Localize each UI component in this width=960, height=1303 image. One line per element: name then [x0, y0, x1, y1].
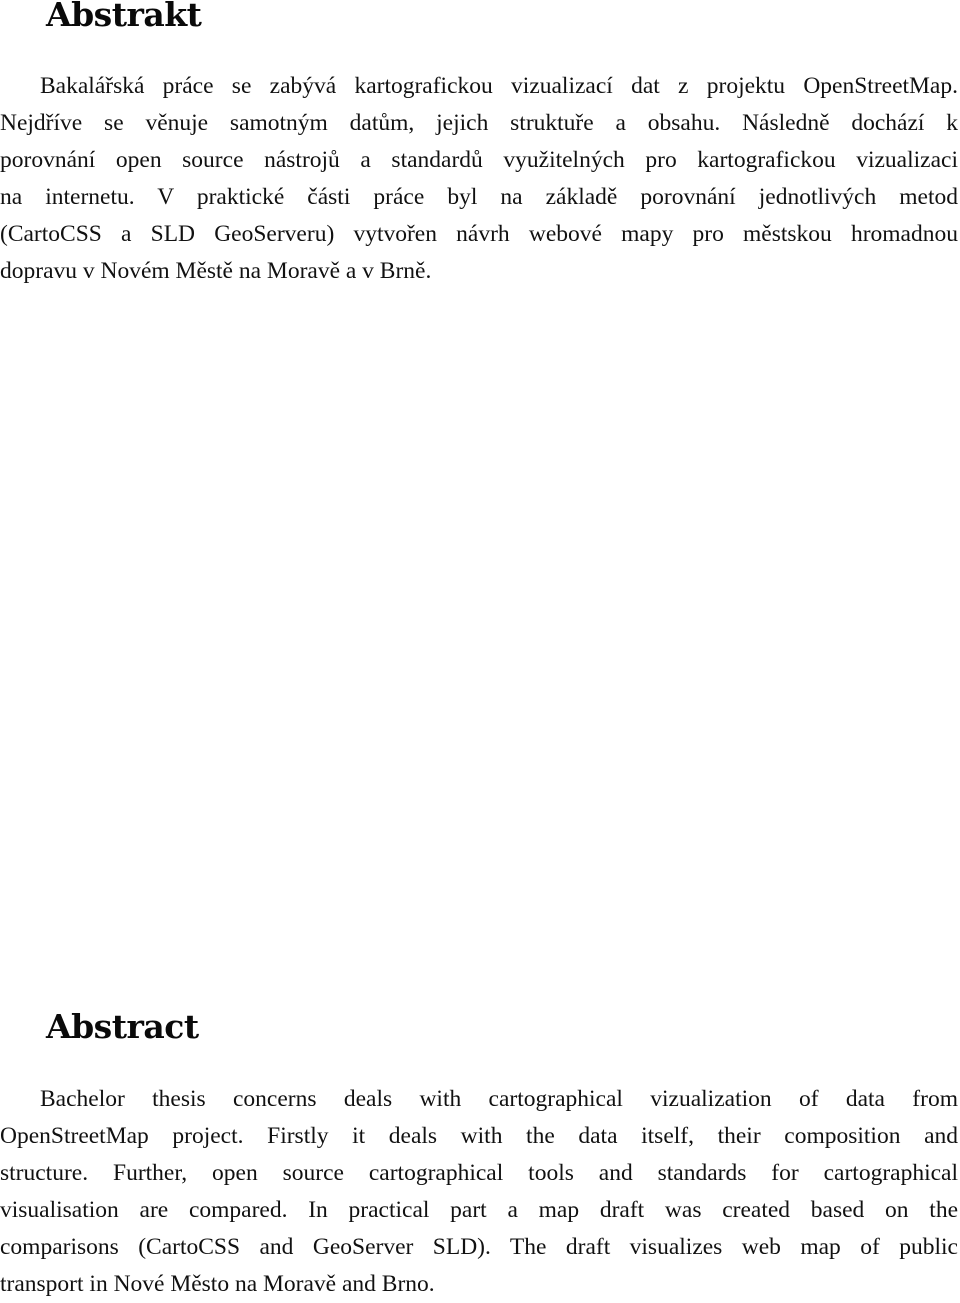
abstract-paragraph-czech: Bakalářská práce se zabývá kartograficko… [0, 68, 958, 290]
paragraph-line: Bachelor thesis concerns deals with cart… [40, 1086, 958, 1112]
paragraph-line: structure. Further, open source cartogra… [0, 1160, 958, 1186]
paragraph-line: Bakalářská práce se zabývá kartograficko… [40, 73, 958, 99]
paragraph-line: transport in Nové Město na Moravě and Br… [0, 1271, 435, 1297]
paragraph-line: (CartoCSS a SLD GeoServeru) vytvořen náv… [0, 221, 958, 247]
paragraph-line: visualisation are compared. In practical… [0, 1197, 958, 1223]
paragraph-line: Nejdříve se věnuje samotným datům, jejic… [0, 110, 958, 136]
paragraph-line: porovnání open source nástrojů a standar… [0, 147, 958, 173]
paragraph-line: OpenStreetMap project. Firstly it deals … [0, 1123, 958, 1149]
abstract-paragraph-english: Bachelor thesis concerns deals with cart… [0, 1081, 958, 1303]
paragraph-line: comparisons (CartoCSS and GeoServer SLD)… [0, 1234, 958, 1260]
paragraph-line: dopravu v Novém Městě na Moravě a v Brně… [0, 258, 432, 284]
abstract-heading-english: Abstract [46, 1007, 199, 1046]
abstract-heading-czech: Abstrakt [46, 0, 202, 34]
paragraph-line: na internetu. V praktické části práce by… [0, 184, 958, 210]
